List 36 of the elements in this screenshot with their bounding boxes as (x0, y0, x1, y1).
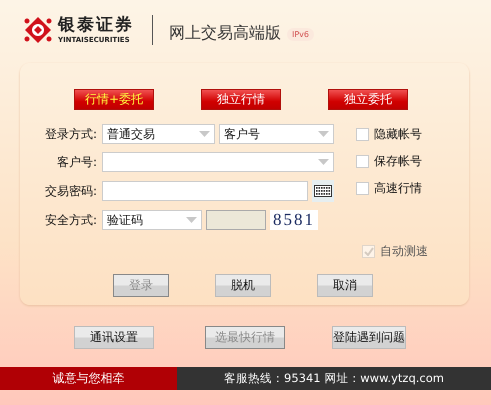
dropdown-arrow-icon[interactable] (318, 131, 329, 137)
account-field[interactable] (102, 152, 334, 172)
dropdown-arrow-icon[interactable] (199, 131, 210, 137)
logo-icon (24, 16, 52, 44)
version-badge: IPv6 (287, 28, 314, 40)
security-type-select[interactable]: 验证码 (102, 210, 202, 230)
checkbox-label: 自动测速 (380, 242, 428, 260)
field-label: 交易密码: (44, 182, 98, 200)
dropdown-arrow-icon[interactable] (318, 159, 329, 165)
mode-button[interactable]: 独立委托 (328, 89, 408, 110)
field-label: 登录方式: (44, 126, 98, 142)
checkbox-label: 高速行情 (374, 180, 422, 196)
mode-button[interactable]: 独立行情 (201, 89, 281, 110)
checkbox[interactable] (356, 128, 369, 140)
dropdown-arrow-icon[interactable] (186, 217, 197, 223)
slogan: 诚意与您相牵 (0, 367, 177, 390)
captcha-field[interactable] (206, 210, 266, 230)
keyboard-icon[interactable] (312, 180, 334, 202)
comm-settings-button[interactable]: 通讯设置 (74, 326, 154, 349)
product-title: 网上交易高端版 (169, 22, 281, 44)
password-field[interactable] (102, 181, 308, 201)
checkbox-label: 保存帐号 (374, 152, 422, 170)
mode-button[interactable]: 行情+委托 (74, 89, 154, 110)
field-label: 客户号: (56, 154, 98, 170)
checkbox-label: 隐藏帐号 (374, 126, 422, 142)
login-type-select[interactable]: 普通交易 (102, 124, 215, 144)
captcha-code: 8581 (270, 210, 318, 230)
brand-name: 银泰证券 (58, 15, 134, 35)
checkbox[interactable] (356, 154, 369, 168)
checkbox[interactable] (356, 182, 369, 194)
login-help-button[interactable]: 登陆遇到问题 (332, 326, 406, 349)
offline-button[interactable]: 脱机 (215, 274, 271, 297)
account-type-select[interactable]: 客户号 (219, 124, 334, 144)
field-label: 安全方式: (44, 212, 98, 228)
cancel-button[interactable]: 取消 (317, 274, 373, 297)
contact-info: 客服热线：95341 网址：www.ytzq.com (177, 367, 491, 390)
